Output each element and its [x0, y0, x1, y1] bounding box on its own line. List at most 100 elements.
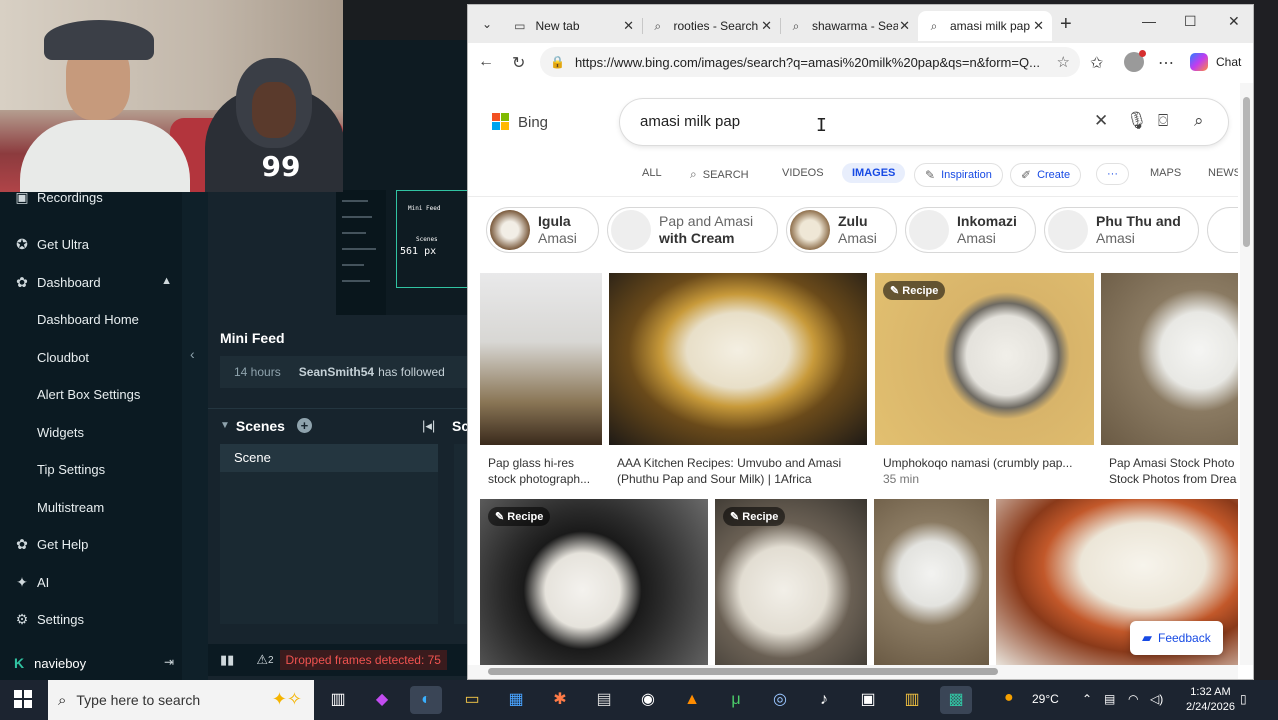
search-icon[interactable]: ⌕	[1194, 111, 1204, 131]
image-result-row2-3[interactable]	[874, 499, 989, 665]
chip-igula-amasi[interactable]: Igula Amasi	[486, 207, 599, 253]
chip-next[interactable]	[1207, 207, 1238, 253]
tab-new-tab[interactable]: ▭ New tab ✕	[504, 11, 643, 41]
favorites-icon[interactable]: ✩	[1090, 53, 1103, 73]
store-app-icon[interactable]: ▦	[500, 686, 532, 714]
sidebar-item-dashboard-home[interactable]: Dashboard Home	[0, 304, 182, 334]
task-view-icon[interactable]: ▥	[322, 686, 354, 714]
tab-inspiration[interactable]: ✎ Inspiration	[914, 163, 1003, 187]
bing-logo[interactable]: Bing	[492, 113, 548, 131]
close-icon[interactable]: ✕	[761, 18, 772, 34]
chevron-up-icon[interactable]: ▲	[161, 275, 172, 287]
notifications-icon[interactable]: ▯	[1240, 692, 1247, 706]
sidebar-item-ai[interactable]: ✦ AI	[0, 567, 182, 597]
obs-app-icon[interactable]: ◉	[632, 686, 664, 714]
image-result-pap-amasi-stock[interactable]	[1101, 273, 1238, 445]
logout-icon[interactable]: ⇥	[164, 655, 174, 669]
caption-umphokoqo[interactable]: Umphokoqo namasi (crumbly pap... 35 min	[883, 455, 1095, 487]
feedback-button[interactable]: ▰ Feedback	[1130, 621, 1223, 655]
close-icon[interactable]: ✕	[623, 18, 634, 34]
search-input[interactable]: amasi milk pap I ✕ 🎙 ⌼ ⌕	[620, 99, 1228, 145]
tab-videos[interactable]: VIDEOS	[782, 167, 824, 179]
tab-actions-chevron-icon[interactable]: ⌄	[476, 13, 498, 35]
tab-all[interactable]: ALL	[642, 167, 662, 179]
file-explorer-icon[interactable]: ▭	[456, 686, 488, 714]
app-icon-1[interactable]: ✱	[544, 686, 576, 714]
new-tab-button[interactable]: +	[1060, 13, 1072, 36]
tab-amasi-milk-pap[interactable]: ⌕ amasi milk pap - Search ✕	[918, 11, 1052, 41]
maximize-icon[interactable]: ☐	[1184, 13, 1197, 30]
horizontal-scrollbar[interactable]	[468, 665, 1238, 679]
sidebar-item-tip-settings[interactable]: Tip Settings	[0, 454, 182, 484]
image-result-pap-glass[interactable]	[480, 273, 602, 445]
epic-games-icon[interactable]: ▣	[852, 686, 884, 714]
scrollbar-thumb[interactable]	[488, 668, 998, 675]
sidebar-collapse-bar[interactable]: ‹	[182, 180, 208, 680]
image-result-row2-2[interactable]: ✎ Recipe	[715, 499, 867, 665]
sidebar-item-dashboard[interactable]: ✿ Dashboard ▲	[0, 267, 182, 297]
source-bounding-box[interactable]	[396, 190, 468, 288]
steam-app-icon[interactable]: ◎	[764, 686, 796, 714]
tiktok-app-icon[interactable]: ♪	[808, 686, 840, 714]
image-result-umphokoqo[interactable]: ✎ Recipe	[875, 273, 1094, 445]
more-menu-icon[interactable]: ⋯	[1158, 53, 1174, 73]
chip-phu-thu-and-amasi[interactable]: Phu Thu and Amasi	[1044, 207, 1199, 253]
stream-preview[interactable]: Mini Feed Scenes 561 px	[336, 40, 470, 315]
volume-icon[interactable]: ◁)	[1150, 692, 1163, 706]
caption-pap-glass[interactable]: Pap glass hi-res stock photograph...	[488, 455, 606, 487]
image-result-umvubo-amasi[interactable]	[609, 273, 867, 445]
close-window-icon[interactable]: ✕	[1228, 13, 1240, 30]
sidebar-item-cloudbot[interactable]: Cloudbot	[0, 342, 182, 372]
weather-temp[interactable]: 29°C	[1032, 692, 1059, 706]
user-account-row[interactable]: K navieboy ⇥	[0, 650, 182, 676]
sidebar-item-settings[interactable]: ⚙ Settings	[0, 604, 182, 634]
copilot-app-icon[interactable]: ◆	[366, 686, 398, 714]
close-icon[interactable]: ✕	[1033, 18, 1044, 34]
caption-umvubo-amasi[interactable]: AAA Kitchen Recipes: Umvubo and Amasi (P…	[617, 455, 871, 487]
tray-app-icon[interactable]: ▤	[1104, 692, 1115, 706]
chip-pap-and-amasi-with-cream[interactable]: Pap and Amasi with Cream	[607, 207, 778, 253]
more-verticals-button[interactable]: ···	[1096, 163, 1129, 185]
tab-images[interactable]: IMAGES	[842, 163, 906, 183]
warning-icon[interactable]: ⚠	[256, 652, 268, 668]
edge-app-icon[interactable]: ◐	[410, 686, 442, 714]
back-icon[interactable]: ←	[478, 53, 494, 71]
tray-chevron-icon[interactable]: ⌃	[1082, 692, 1092, 706]
chip-zulu-amasi[interactable]: Zulu Amasi	[786, 207, 897, 253]
wifi-icon[interactable]: ◠	[1128, 692, 1138, 706]
chevron-left-icon[interactable]: ‹	[190, 346, 195, 362]
add-scene-button[interactable]: +	[296, 418, 312, 433]
address-bar[interactable]: 🔒 https://www.bing.com/images/search?q=a…	[540, 47, 1080, 77]
sidebar-item-alert-box-settings[interactable]: Alert Box Settings	[0, 379, 182, 409]
sidebar-item-multistream[interactable]: Multistream	[0, 492, 182, 522]
tab-create[interactable]: ✐ Create	[1010, 163, 1082, 187]
image-result-row2-1[interactable]: ✎ Recipe	[480, 499, 708, 665]
copilot-chat-button[interactable]: Chat	[1190, 53, 1241, 71]
performance-icon[interactable]: ▮▮	[220, 652, 234, 668]
sidebar-item-get-ultra[interactable]: ✪ Get Ultra	[0, 229, 182, 259]
vlc-app-icon[interactable]: ▲	[676, 686, 708, 714]
profile-avatar[interactable]	[1124, 50, 1146, 72]
chip-inkomazi-amasi[interactable]: Inkomazi Amasi	[905, 207, 1036, 253]
sidebar-item-get-help[interactable]: ✿ Get Help	[0, 529, 182, 559]
sidebar-item-widgets[interactable]: Widgets	[0, 417, 182, 447]
microphone-icon[interactable]: 🎙	[1126, 111, 1148, 131]
favorite-star-icon[interactable]: ☆	[1057, 53, 1070, 71]
app-icon-2[interactable]: ▤	[588, 686, 620, 714]
windows-start-icon[interactable]	[14, 690, 32, 708]
tab-rooties[interactable]: ⌕ rooties - Search ✕	[642, 11, 781, 41]
tab-search[interactable]: ⌕ SEARCH	[690, 167, 749, 182]
fit-icon[interactable]: |◂|	[422, 418, 435, 434]
caret-down-icon[interactable]: ▼	[220, 420, 230, 431]
streamlabs-app-icon[interactable]: ▩	[940, 686, 972, 714]
tab-maps[interactable]: MAPS	[1150, 167, 1181, 179]
visual-search-icon[interactable]: ⌼	[1158, 111, 1168, 131]
refresh-icon[interactable]: ↻	[512, 53, 525, 73]
vertical-scrollbar[interactable]	[1240, 83, 1253, 665]
system-clock[interactable]: 1:32 AM 2/24/2026	[1186, 685, 1235, 715]
tab-news[interactable]: NEWS	[1208, 167, 1238, 179]
weather-icon[interactable]: ●	[1004, 689, 1014, 707]
utorrent-app-icon[interactable]: μ	[720, 686, 752, 714]
app-icon-3[interactable]: ▥	[896, 686, 928, 714]
clear-icon[interactable]: ✕	[1094, 111, 1108, 131]
